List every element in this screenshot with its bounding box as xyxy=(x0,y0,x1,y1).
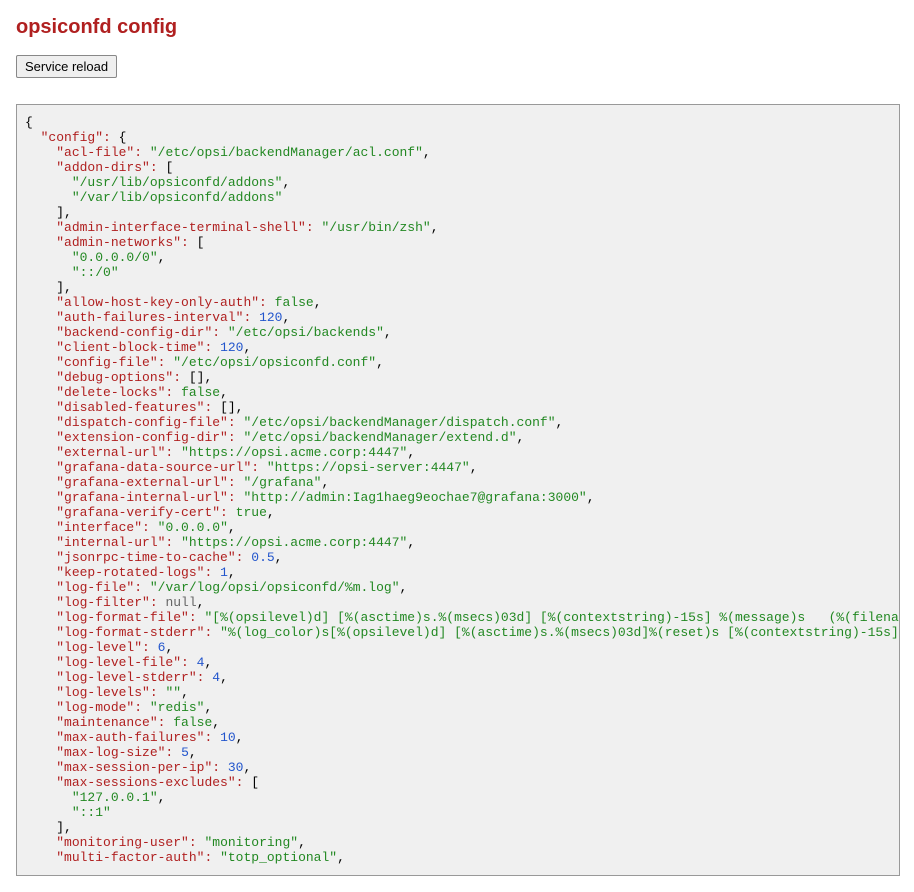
config-json-display: { "config": { "acl-file": "/etc/opsi/bac… xyxy=(16,104,900,876)
page-title: opsiconfd config xyxy=(16,16,898,39)
service-reload-button[interactable]: Service reload xyxy=(16,55,117,78)
